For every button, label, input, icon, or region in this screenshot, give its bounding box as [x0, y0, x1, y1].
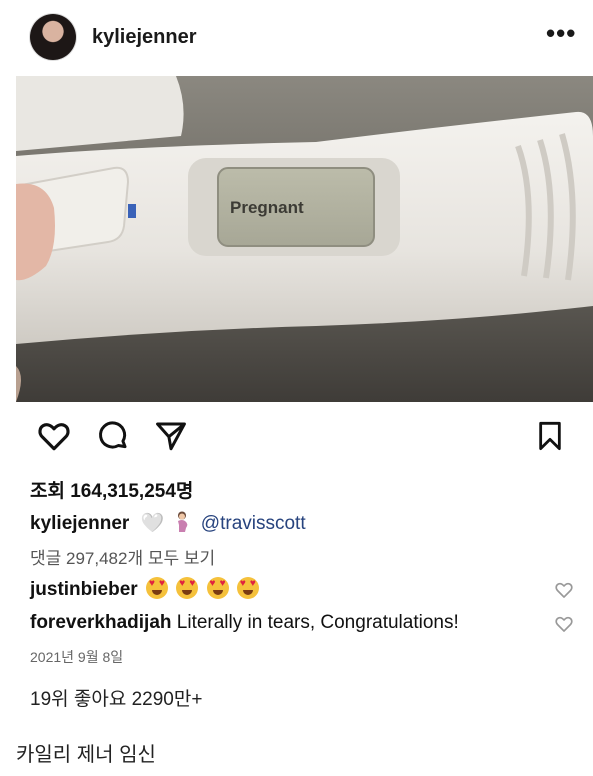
pregnancy-test-photo: Pregnant — [16, 76, 593, 402]
comment-row: foreverkhadijah Literally in tears, Cong… — [30, 612, 459, 634]
heart-eyes-emojis — [143, 577, 259, 600]
comment-icon[interactable] — [96, 418, 130, 454]
heart-eyes-emoji — [206, 577, 229, 599]
heart-eyes-emoji — [236, 577, 259, 599]
view-all-comments-link[interactable]: 댓글 297,482개 모두 보기 — [30, 544, 215, 569]
headline: 카일리 제너 임신 — [16, 744, 156, 766]
heart-small-icon[interactable] — [554, 614, 574, 634]
mention-link[interactable]: @travisscott — [201, 513, 306, 534]
pregnant-woman-emoji — [174, 511, 190, 535]
comment-username[interactable]: foreverkhadijah — [30, 612, 172, 633]
pregnancy-result-text: Pregnant — [230, 198, 304, 217]
post-header: kyliejenner ••• — [0, 0, 593, 76]
post-media[interactable]: Pregnant — [16, 76, 593, 402]
heart-eyes-emoji — [176, 577, 199, 599]
action-bar — [0, 418, 593, 462]
caption-username[interactable]: kyliejenner — [30, 513, 129, 534]
ranking-stats: 19위 좋아요 2290만+ — [30, 689, 203, 710]
avatar[interactable] — [30, 14, 76, 60]
post-caption: kyliejenner 🤍 @travisscott — [30, 511, 306, 535]
heart-small-icon[interactable] — [554, 580, 574, 600]
comment-username[interactable]: justinbieber — [30, 579, 138, 600]
heart-icon[interactable] — [36, 418, 72, 454]
send-icon[interactable] — [154, 418, 188, 454]
comment-text: Literally in tears, Congratulations! — [176, 612, 459, 633]
white-heart-emoji: 🤍 — [140, 513, 165, 534]
heart-eyes-emoji — [145, 577, 168, 599]
post-date: 2021년 9월 8일 — [30, 649, 124, 665]
more-options-icon[interactable]: ••• — [546, 18, 576, 49]
username[interactable]: kyliejenner — [92, 26, 197, 49]
view-count: 조회 164,315,254명 — [30, 481, 194, 502]
bookmark-icon[interactable] — [534, 418, 566, 454]
comment-row: justinbieber — [30, 577, 259, 601]
